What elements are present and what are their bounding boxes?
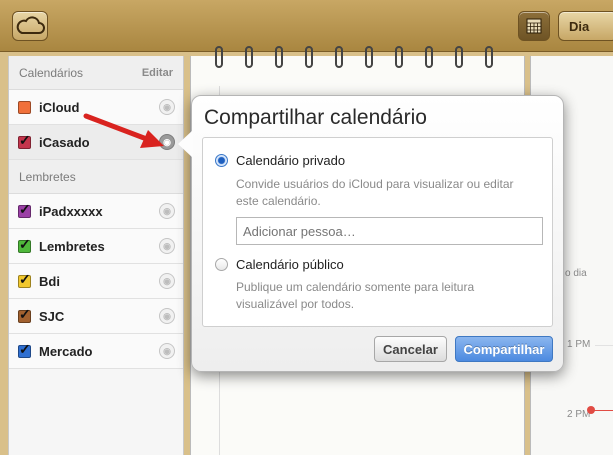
checkmark-icon: ✓	[19, 340, 31, 357]
time-label: o dia	[565, 268, 587, 279]
share-calendar-popover: Compartilhar calendário Calendário priva…	[178, 95, 564, 372]
calendar-color-swatch[interactable]: ✓	[18, 235, 31, 253]
cloud-icon	[16, 16, 45, 34]
reminder-list-label: SJC	[39, 308, 65, 324]
public-option-label: Calendário público	[236, 257, 344, 272]
cancel-button[interactable]: Cancelar	[374, 336, 447, 362]
calendar-color-swatch[interactable]: ✓	[18, 131, 31, 149]
checkmark-icon: ✓	[19, 235, 31, 252]
share-calendar-icon[interactable]: ◉	[159, 203, 175, 219]
spiral-ring	[245, 46, 253, 68]
spiral-ring	[455, 46, 463, 68]
calendar-color-swatch[interactable]: ✓	[18, 340, 31, 358]
private-option-label: Calendário privado	[236, 153, 346, 168]
calendar-color-swatch[interactable]: ✓	[18, 270, 31, 288]
spiral-ring	[275, 46, 283, 68]
checkmark-icon: ✓	[19, 200, 31, 217]
share-button[interactable]: Compartilhar	[455, 336, 553, 362]
annotation-arrow-icon	[83, 113, 164, 148]
share-calendar-icon[interactable]: ◉	[159, 308, 175, 324]
spiral-ring	[335, 46, 343, 68]
spiral-ring	[425, 46, 433, 68]
edit-button[interactable]: Editar	[142, 67, 173, 79]
time-label: 1 PM	[567, 339, 591, 350]
calendar-color-swatch[interactable]: ✓	[18, 200, 31, 218]
calendars-section-header: Calendários Editar	[9, 56, 183, 90]
checkmark-icon: ✓	[19, 305, 31, 322]
share-calendar-icon[interactable]: ◉	[159, 343, 175, 359]
calendar-grid-icon	[526, 18, 542, 34]
reminder-list-item[interactable]: ✓ SJC ◉	[9, 299, 183, 334]
calendar-color-swatch[interactable]: ✓	[18, 305, 31, 323]
spiral-ring	[485, 46, 493, 68]
reminder-list-item[interactable]: ✓ Mercado ◉	[9, 334, 183, 369]
spiral-ring	[395, 46, 403, 68]
popover-title: Compartilhar calendário	[204, 106, 427, 129]
popover-arrow	[178, 130, 193, 158]
add-person-input[interactable]	[236, 217, 543, 245]
private-option-description: Convide usuários do iCloud para visualiz…	[236, 177, 514, 208]
private-radio[interactable]	[215, 154, 228, 167]
hour-line	[595, 345, 613, 346]
checkmark-icon: ✓	[19, 270, 31, 287]
reminder-list-item[interactable]: ✓ Bdi ◉	[9, 264, 183, 299]
reminder-list-label: iPadxxxxx	[39, 203, 103, 219]
reminder-list-label: Bdi	[39, 273, 60, 289]
reminder-list-label: Lembretes	[39, 238, 105, 254]
checkmark-icon: ✓	[19, 131, 31, 148]
public-radio[interactable]	[215, 258, 228, 271]
share-options-panel: Calendário privado Convide usuários do i…	[202, 137, 553, 327]
spiral-ring	[365, 46, 373, 68]
reminders-section-header: Lembretes	[9, 160, 183, 194]
reminder-list-item[interactable]: ✓ iPadxxxxx ◉	[9, 194, 183, 229]
calendars-header-label: Calendários	[19, 65, 84, 80]
reminder-list-label: Mercado	[39, 343, 93, 359]
share-calendar-icon[interactable]: ◉	[159, 238, 175, 254]
public-calendar-option[interactable]: Calendário público	[215, 257, 344, 272]
icloud-button[interactable]	[12, 11, 48, 41]
share-calendar-icon[interactable]: ◉	[159, 273, 175, 289]
public-option-description: Publique um calendário somente para leit…	[236, 280, 475, 311]
private-calendar-option[interactable]: Calendário privado	[215, 153, 345, 168]
calendar-color-swatch[interactable]	[18, 100, 31, 114]
spiral-ring	[215, 46, 223, 68]
reminders-header-label: Lembretes	[19, 169, 76, 184]
top-toolbar: Dia	[0, 0, 613, 52]
spiral-ring	[305, 46, 313, 68]
day-view-button[interactable]: Dia	[558, 11, 613, 41]
calendar-view-button[interactable]	[518, 11, 550, 41]
current-time-line	[593, 410, 613, 411]
reminder-list-item[interactable]: ✓ Lembretes ◉	[9, 229, 183, 264]
